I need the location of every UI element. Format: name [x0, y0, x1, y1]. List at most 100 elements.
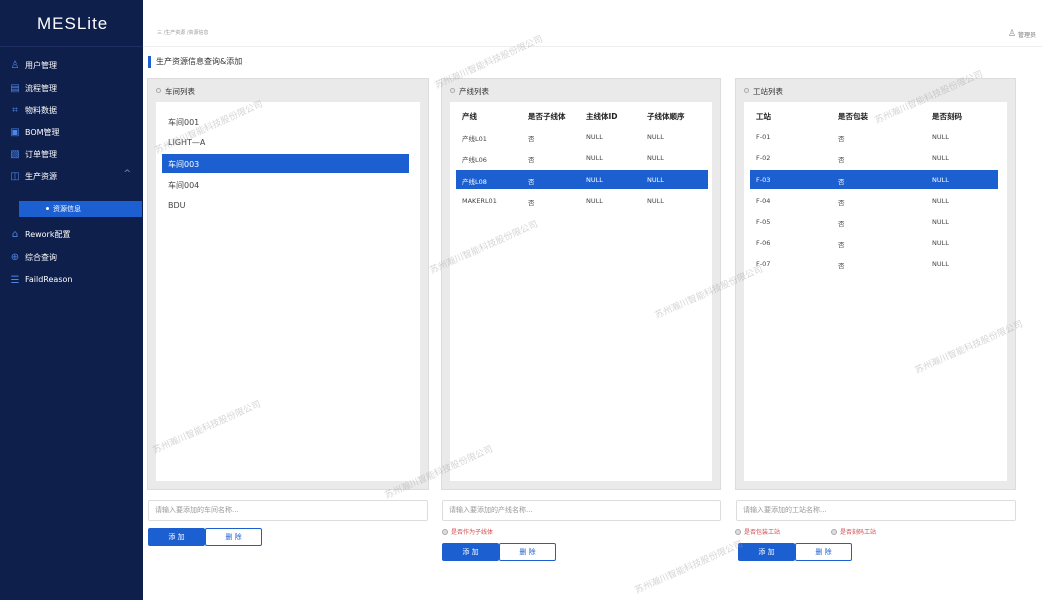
table-cell: NULL [932, 154, 949, 162]
radio-icon [735, 528, 741, 535]
workshop-panel-title: 车间列表 [165, 87, 195, 96]
column-header: 主线体ID [586, 112, 618, 121]
table-cell: 产线L01 [462, 135, 487, 143]
bullet-icon [46, 207, 49, 210]
sub-line-option-label: 是否作为子线体 [451, 529, 494, 536]
table-cell: NULL [932, 239, 949, 247]
radio-icon [831, 528, 837, 535]
table-header: 工站 是否包装 是否刻码 [750, 105, 998, 124]
code-station-option[interactable]: 是否刻码工站 [831, 527, 876, 536]
line-delete-button[interactable]: 删 除 [499, 543, 556, 561]
sidebar-item[interactable]: ☰ FaildReason [0, 270, 143, 290]
table-row[interactable]: 产线L08 否 NULL NULL [456, 170, 708, 189]
circle-icon [450, 88, 455, 93]
table-cell: NULL [932, 176, 949, 184]
filter-icon: ☰ [10, 274, 20, 286]
table-row[interactable]: F-02 否 NULL [750, 148, 998, 167]
sidebar-item-label: Rework配置 [25, 230, 71, 239]
list-item[interactable]: 车间001 [162, 112, 409, 131]
table-row[interactable]: F-06 否 NULL [750, 233, 998, 252]
sidebar-item[interactable]: ⌗ 物料数据 [0, 100, 143, 120]
radio-icon [442, 528, 448, 535]
station-add-button[interactable]: 添 加 [738, 543, 795, 561]
table-cell: 否 [528, 178, 535, 186]
table-cell: F-04 [756, 197, 771, 205]
flow-icon: ▤ [10, 82, 20, 94]
table-cell: NULL [586, 176, 603, 184]
sidebar-item[interactable]: ▣ BOM管理 [0, 122, 143, 142]
column-header: 子线体顺序 [647, 112, 685, 121]
sidebar: MESLite ♙ 用户管理 ▤ 流程管理 ⌗ 物料数据 ▣ BOM管理 ▧ 订单管理 ◫ 生产资源 ^… [0, 0, 143, 600]
user-menu[interactable]: ♙ 管理员 [1008, 29, 1036, 39]
table-cell: F-02 [756, 154, 771, 162]
table-cell: 否 [838, 156, 845, 164]
user-icon: ♙ [10, 59, 20, 71]
breadcrumb[interactable]: 三 /生产资源 /资源信息 [157, 29, 209, 36]
table-cell: F-05 [756, 218, 771, 226]
table-cell: 否 [838, 241, 845, 249]
station-name-input[interactable]: 请输入要添加的工站名称... [736, 500, 1016, 521]
line-name-input[interactable]: 请输入要添加的产线名称... [442, 500, 721, 521]
table-row[interactable]: F-04 否 NULL [750, 191, 998, 210]
table-row[interactable]: 产线L01 否 NULL NULL [456, 127, 708, 146]
sidebar-item-label: BOM管理 [25, 128, 60, 137]
table-cell: 否 [838, 135, 845, 143]
line-panel-title: 产线列表 [459, 87, 489, 96]
watermark: 苏州瀚川智能科技股份限公司 [633, 539, 745, 597]
table-cell: MAKERL01 [462, 197, 497, 205]
table-row[interactable]: F-03 否 NULL [750, 170, 998, 189]
list-item[interactable]: 车间003 [162, 154, 409, 173]
sidebar-item[interactable]: ▧ 订单管理 [0, 144, 143, 164]
sidebar-item-label: 综合查询 [25, 253, 57, 262]
sub-line-option[interactable]: 是否作为子线体 [442, 527, 493, 536]
user-icon: ♙ [1007, 29, 1016, 39]
table-row[interactable]: F-01 否 NULL [750, 127, 998, 146]
workshop-panel: 车间列表 车间001 LIGHT—A 车间003 车间004 BDU [147, 78, 429, 490]
table-cell: 否 [838, 199, 845, 207]
sidebar-item-label: 生产资源 [25, 172, 57, 181]
table-cell: 否 [838, 262, 845, 270]
sidebar-item[interactable]: ◫ 生产资源 ^ [0, 166, 143, 186]
column-header: 是否包装 [838, 112, 868, 121]
table-cell: NULL [647, 197, 664, 205]
table-row[interactable]: 产线L06 否 NULL NULL [456, 148, 708, 167]
table-cell: 否 [528, 199, 535, 207]
table-cell: F-07 [756, 260, 771, 268]
workshop-add-button[interactable]: 添 加 [148, 528, 205, 546]
column-header: 是否刻码 [932, 112, 962, 121]
sidebar-item[interactable]: ♙ 用户管理 [0, 55, 143, 75]
table-row[interactable]: MAKERL01 否 NULL NULL [456, 191, 708, 210]
sidebar-subitem-resource-info[interactable]: 资源信息 [19, 201, 142, 217]
sidebar-item[interactable]: ⌂ Rework配置 [0, 224, 143, 244]
workshop-panel-header: 车间列表 [148, 79, 428, 101]
pack-station-option-label: 是否包装工站 [744, 529, 781, 536]
station-delete-button[interactable]: 删 除 [795, 543, 852, 561]
list-item-label: 车间003 [168, 160, 200, 169]
resource-icon: ◫ [10, 170, 20, 182]
material-icon: ⌗ [12, 104, 18, 116]
page-title: 生产资源信息查询&添加 [148, 56, 242, 68]
home-icon: ⌂ [11, 228, 19, 240]
table-cell: F-06 [756, 239, 771, 247]
table-row[interactable]: F-05 否 NULL [750, 212, 998, 231]
station-panel-header: 工站列表 [736, 79, 1015, 101]
table-row[interactable]: F-07 否 NULL [750, 254, 998, 273]
station-panel-title: 工站列表 [753, 87, 783, 96]
list-item[interactable]: LIGHT—A [162, 133, 409, 152]
list-item[interactable]: BDU [162, 196, 409, 215]
line-add-button[interactable]: 添 加 [442, 543, 499, 561]
list-item[interactable]: 车间004 [162, 175, 409, 194]
column-header: 工站 [756, 112, 771, 121]
line-panel: 产线列表 产线 是否子线体 主线体ID 子线体顺序 产线L01 否 NULL NULL 产线L0… [441, 78, 721, 490]
workshop-name-input[interactable]: 请输入要添加的车间名称... [148, 500, 428, 521]
pack-station-option[interactable]: 是否包装工站 [735, 527, 780, 536]
table-cell: NULL [647, 154, 664, 162]
workshop-delete-button[interactable]: 删 除 [205, 528, 262, 546]
app-title: MESLite [37, 14, 109, 33]
line-panel-header: 产线列表 [442, 79, 720, 101]
sidebar-item[interactable]: ▤ 流程管理 [0, 78, 143, 98]
sidebar-item[interactable]: ⊕ 综合查询 [0, 247, 143, 267]
order-icon: ▧ [10, 148, 20, 160]
list-item-label: LIGHT—A [168, 138, 206, 147]
search-icon: ⊕ [10, 251, 20, 263]
